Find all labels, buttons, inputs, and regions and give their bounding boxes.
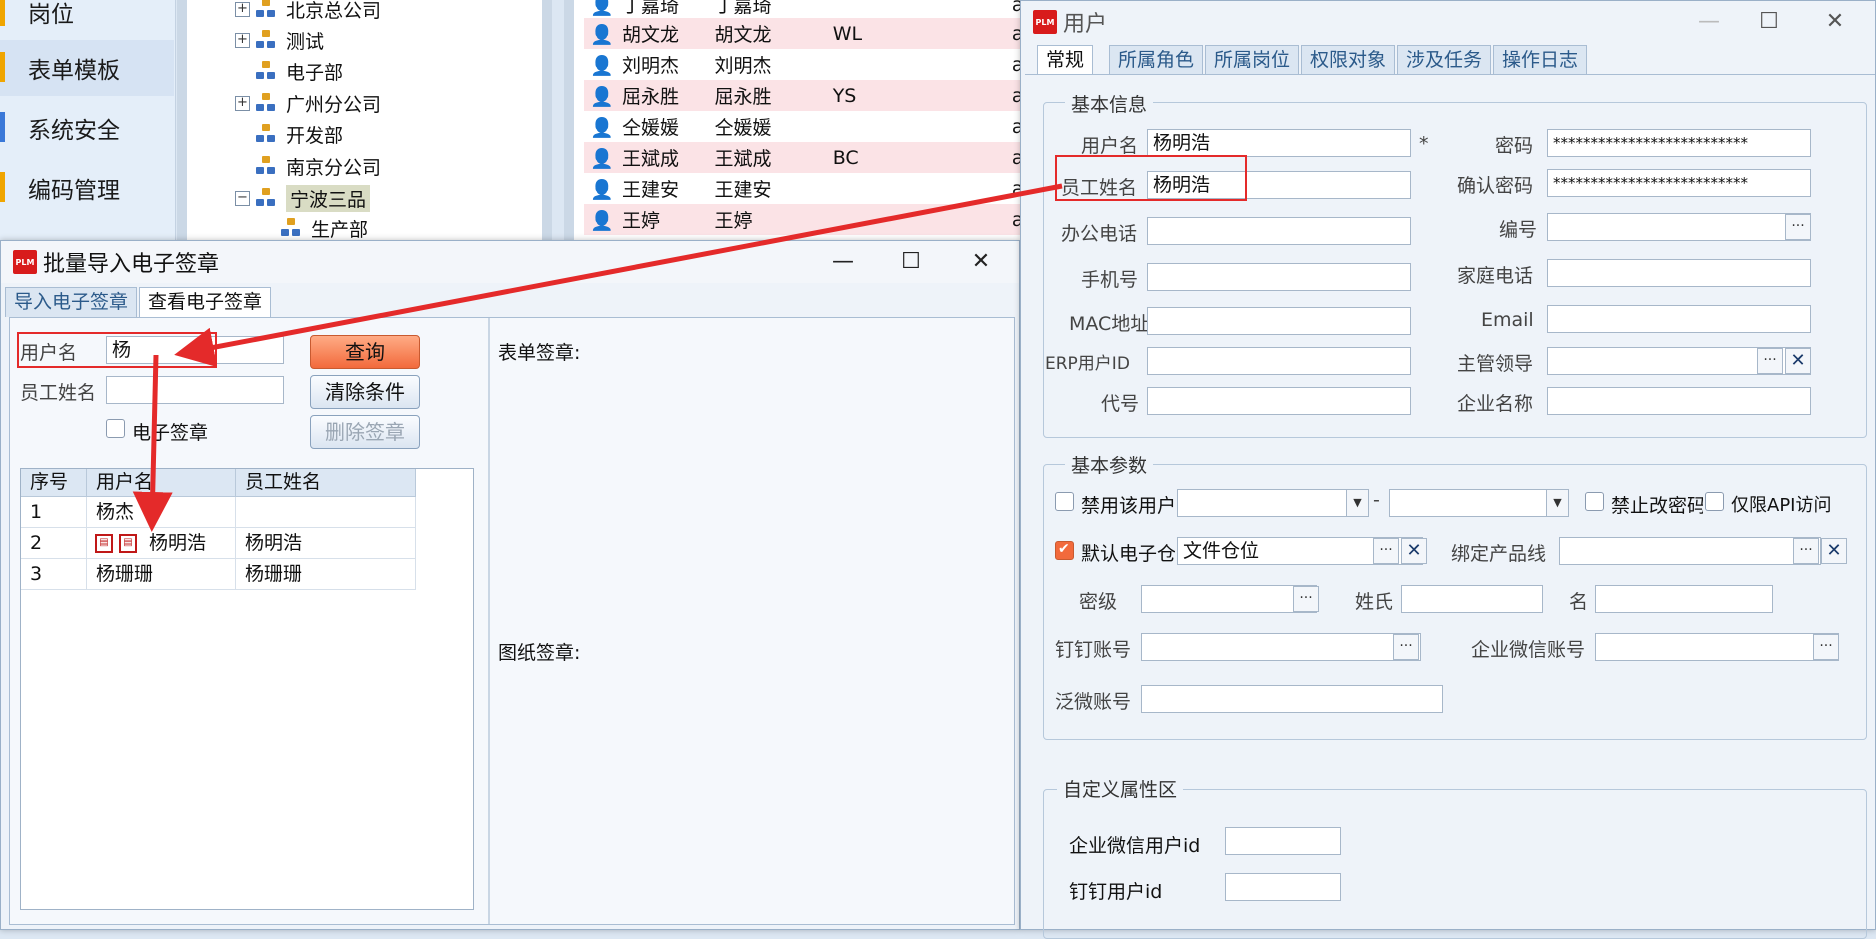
annotation-arrows bbox=[132, 183, 1063, 532]
arrow-username-to-grid bbox=[132, 354, 173, 532]
arrow-empname-to-username bbox=[174, 183, 1063, 368]
